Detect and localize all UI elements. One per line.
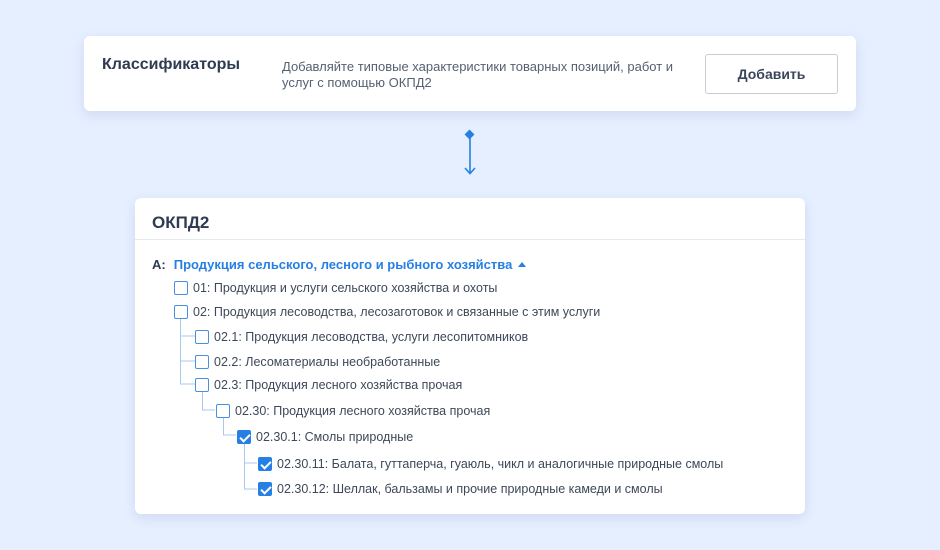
checkbox-checked[interactable] — [258, 457, 272, 471]
caret-up-icon[interactable] — [518, 261, 527, 267]
checkbox[interactable] — [174, 305, 188, 319]
tree-item-02-30-11[interactable]: 02.30.11: Балата, гуттаперча, гуаюль, чи… — [258, 456, 723, 472]
tree-item-02-30[interactable]: 02.30: Продукция лесного хозяйства проча… — [216, 403, 490, 419]
okpd2-card: ОКПД2 А: Продукция сельского, лесного и … — [135, 198, 805, 514]
checkbox[interactable] — [195, 355, 209, 369]
tree-item-label: 02.3: Продукция лесного хозяйства прочая — [214, 378, 463, 392]
tree-item-label: 02.30.1: Смолы природные — [256, 430, 414, 444]
tree-item-label: 02.1: Продукция лесоводства, услуги лесо… — [214, 330, 529, 344]
section-code: А: — [152, 256, 166, 272]
add-button[interactable]: Добавить — [705, 54, 838, 94]
tree-item-label: 01: Продукция и услуги сельского хозяйст… — [193, 281, 498, 295]
checkbox-checked[interactable] — [237, 430, 251, 444]
tree-item-label: 02.30: Продукция лесного хозяйства проча… — [235, 404, 491, 418]
tree-item-label: 02.2: Лесоматериалы необработанные — [214, 355, 441, 369]
checkbox[interactable] — [174, 281, 188, 295]
okpd2-title: ОКПД2 — [152, 213, 210, 232]
section-toggle[interactable]: А: Продукция сельского, лесного и рыбног… — [152, 256, 527, 272]
tree-item-02-30-12[interactable]: 02.30.12: Шеллак, бальзамы и прочие прир… — [258, 481, 663, 497]
classifiers-description: Добавляйте типовые характеристики товарн… — [282, 59, 674, 90]
section-label[interactable]: Продукция сельского, лесного и рыбного х… — [174, 257, 513, 272]
title-divider — [135, 239, 805, 240]
classifiers-card: Классификаторы Добавляйте типовые характ… — [84, 36, 856, 111]
checkbox[interactable] — [195, 330, 209, 344]
tree-item-02[interactable]: 02: Продукция лесоводства, лесозаготовок… — [174, 304, 600, 320]
tree-item-02-2[interactable]: 02.2: Лесоматериалы необработанные — [195, 354, 440, 370]
tree-item-02-1[interactable]: 02.1: Продукция лесоводства, услуги лесо… — [195, 329, 528, 345]
classifiers-title: Классификаторы — [102, 56, 241, 73]
tree-item-label: 02: Продукция лесоводства, лесозаготовок… — [193, 305, 601, 319]
checkbox[interactable] — [216, 404, 230, 418]
tree-item-01[interactable]: 01: Продукция и услуги сельского хозяйст… — [174, 280, 497, 296]
tree-item-label: 02.30.12: Шеллак, бальзамы и прочие прир… — [277, 482, 663, 496]
tree-item-02-30-1[interactable]: 02.30.1: Смолы природные — [237, 429, 413, 445]
checkbox-checked[interactable] — [258, 482, 272, 496]
checkbox[interactable] — [195, 378, 209, 392]
page: Классификаторы Добавляйте типовые характ… — [0, 0, 940, 550]
tree-item-label: 02.30.11: Балата, гуттаперча, гуаюль, чи… — [277, 457, 724, 471]
tree-item-02-3[interactable]: 02.3: Продукция лесного хозяйства прочая — [195, 377, 462, 393]
flow-arrow-icon — [464, 129, 476, 175]
